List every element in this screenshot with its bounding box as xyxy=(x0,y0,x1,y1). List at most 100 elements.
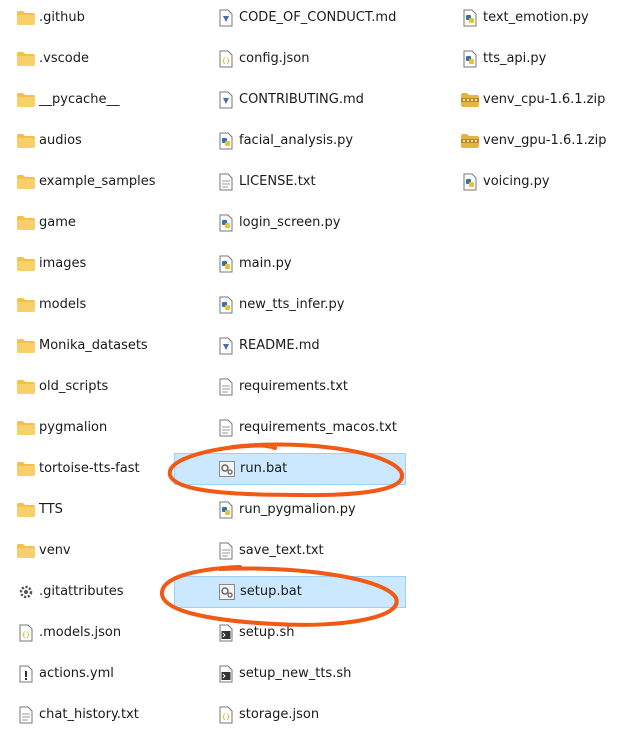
file-label: new_tts_infer.py xyxy=(239,297,345,312)
file-requirements[interactable]: requirements.txt xyxy=(212,371,444,403)
markdown-file-icon xyxy=(216,336,236,356)
python-file-icon xyxy=(216,213,236,233)
file-label: actions.yml xyxy=(39,666,114,681)
file-tts-api[interactable]: tts_api.py xyxy=(456,43,606,75)
folder-example-samples[interactable]: example_samples xyxy=(12,166,162,198)
file-venv-cpu-zip[interactable]: venv_cpu-1.6.1.zip xyxy=(456,84,606,116)
file-setup-bat[interactable]: setup.bat xyxy=(174,576,406,608)
folder-audios[interactable]: audios xyxy=(12,125,162,157)
folder-icon xyxy=(16,90,36,110)
svg-text:{}: {} xyxy=(222,713,230,721)
file-requirements-macos[interactable]: requirements_macos.txt xyxy=(212,412,444,444)
file-label: TTS xyxy=(39,502,63,517)
file-label: setup.bat xyxy=(240,584,302,599)
python-file-icon xyxy=(216,254,236,274)
file-code-of-conduct[interactable]: CODE_OF_CONDUCT.md xyxy=(212,2,444,34)
file-label: config.json xyxy=(239,51,310,66)
file-label: old_scripts xyxy=(39,379,109,394)
folder-old-scripts[interactable]: old_scripts xyxy=(12,371,162,403)
file-storage-json[interactable]: {} storage.json xyxy=(212,699,444,731)
file-label: .gitattributes xyxy=(39,584,124,599)
file-run-pygmalion[interactable]: run_pygmalion.py xyxy=(212,494,444,526)
file-gitattributes[interactable]: .gitattributes xyxy=(12,576,162,608)
file-label: text_emotion.py xyxy=(483,10,589,25)
folder-monika-datasets[interactable]: Monika_datasets xyxy=(12,330,162,362)
svg-text:{}: {} xyxy=(22,631,30,639)
batch-file-icon xyxy=(217,459,237,479)
folder-venv[interactable]: venv xyxy=(12,535,162,567)
text-file-icon xyxy=(216,172,236,192)
text-file-icon xyxy=(216,541,236,561)
folder-icon xyxy=(16,541,36,561)
folder-pycache[interactable]: __pycache__ xyxy=(12,84,162,116)
text-file-icon xyxy=(216,377,236,397)
file-label: setup_new_tts.sh xyxy=(239,666,352,681)
folder-icon xyxy=(16,8,36,28)
file-text-emotion[interactable]: text_emotion.py xyxy=(456,2,606,34)
file-setup-sh[interactable]: setup.sh xyxy=(212,617,444,649)
file-label: game xyxy=(39,215,76,230)
file-label: tortoise-tts-fast xyxy=(39,461,140,476)
file-label: .github xyxy=(39,10,85,25)
file-label: venv_gpu-1.6.1.zip xyxy=(483,133,607,148)
file-models-json[interactable]: {} .models.json xyxy=(12,617,162,649)
warning-file-icon xyxy=(16,664,36,684)
file-label: facial_analysis.py xyxy=(239,133,354,148)
folder-pygmalion[interactable]: pygmalion xyxy=(12,412,162,444)
json-file-icon: {} xyxy=(216,49,236,69)
folder-vscode[interactable]: .vscode xyxy=(12,43,162,75)
zip-folder-icon xyxy=(460,90,480,110)
file-readme[interactable]: README.md xyxy=(212,330,444,362)
file-contributing[interactable]: CONTRIBUTING.md xyxy=(212,84,444,116)
folder-game[interactable]: game xyxy=(12,207,162,239)
folder-images[interactable]: images xyxy=(12,248,162,280)
folder-github[interactable]: .github xyxy=(12,2,162,34)
file-label: README.md xyxy=(239,338,320,353)
file-label: pygmalion xyxy=(39,420,108,435)
file-label: Monika_datasets xyxy=(39,338,148,353)
file-label: tts_api.py xyxy=(483,51,547,66)
file-label: run.bat xyxy=(240,461,288,476)
file-label: venv_cpu-1.6.1.zip xyxy=(483,92,606,107)
json-file-icon: {} xyxy=(216,705,236,725)
folder-tortoise-tts-fast[interactable]: tortoise-tts-fast xyxy=(12,453,162,485)
text-file-icon xyxy=(16,705,36,725)
folder-icon xyxy=(16,213,36,233)
shell-file-icon xyxy=(216,623,236,643)
file-license[interactable]: LICENSE.txt xyxy=(212,166,444,198)
file-voicing[interactable]: voicing.py xyxy=(456,166,606,198)
file-save-text[interactable]: save_text.txt xyxy=(212,535,444,567)
folder-models[interactable]: models xyxy=(12,289,162,321)
file-label: requirements.txt xyxy=(239,379,349,394)
python-file-icon xyxy=(216,500,236,520)
file-label: audios xyxy=(39,133,82,148)
file-facial-analysis[interactable]: facial_analysis.py xyxy=(212,125,444,157)
file-label: chat_history.txt xyxy=(39,707,139,722)
folder-icon xyxy=(16,254,36,274)
svg-text:{}: {} xyxy=(222,57,230,65)
file-list-grid: .github .vscode __pycache__audios example_s… xyxy=(0,0,617,751)
file-label: LICENSE.txt xyxy=(239,174,316,189)
file-label: .vscode xyxy=(39,51,89,66)
folder-icon xyxy=(16,377,36,397)
file-config-json[interactable]: {} config.json xyxy=(212,43,444,75)
gear-file-icon xyxy=(16,582,36,602)
folder-tts[interactable]: TTS xyxy=(12,494,162,526)
folder-icon xyxy=(16,459,36,479)
file-label: CONTRIBUTING.md xyxy=(239,92,364,107)
file-chat-history[interactable]: chat_history.txt xyxy=(12,699,162,731)
folder-icon xyxy=(16,49,36,69)
file-label: models xyxy=(39,297,87,312)
file-label: run_pygmalion.py xyxy=(239,502,356,517)
file-actions-yml[interactable]: actions.yml xyxy=(12,658,162,690)
folder-icon xyxy=(16,336,36,356)
markdown-file-icon xyxy=(216,8,236,28)
file-main-py[interactable]: main.py xyxy=(212,248,444,280)
python-file-icon xyxy=(460,172,480,192)
file-setup-new-tts[interactable]: setup_new_tts.sh xyxy=(212,658,444,690)
file-run-bat[interactable]: run.bat xyxy=(174,453,406,485)
file-venv-gpu-zip[interactable]: venv_gpu-1.6.1.zip xyxy=(456,125,606,157)
file-login-screen[interactable]: login_screen.py xyxy=(212,207,444,239)
folder-icon xyxy=(16,500,36,520)
file-new-tts-infer[interactable]: new_tts_infer.py xyxy=(212,289,444,321)
